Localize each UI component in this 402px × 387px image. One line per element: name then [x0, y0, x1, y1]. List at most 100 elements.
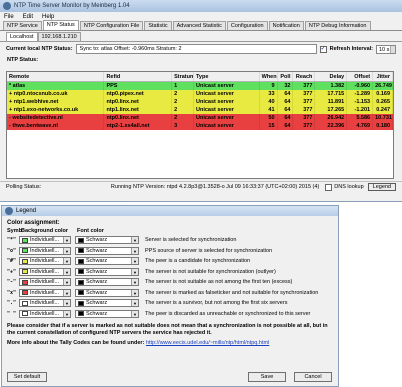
menu-edit[interactable]: Edit [23, 14, 33, 20]
background-color-value: Individuell... [30, 310, 60, 317]
table-row[interactable]: - websitedetective.nl ntp0.linx.net 2 Unica… [7, 114, 394, 122]
tab-advanced-statistic[interactable]: Advanced Statistic [172, 21, 226, 30]
col-poll[interactable]: Poll [278, 72, 294, 81]
tab-notification[interactable]: Notification [268, 21, 304, 30]
table-row[interactable]: + ntp1.exo-networks.co.uk ntp1.linx.net 2 U… [7, 106, 394, 114]
col-offset[interactable]: Offset [347, 72, 374, 81]
cell-remote: * atlas [7, 82, 105, 90]
cell-type: Unicast server [194, 106, 260, 114]
cell-when: 15 [260, 122, 278, 130]
tab-localhost[interactable]: Localhost [6, 32, 38, 41]
background-color-value: Individuell... [30, 258, 60, 265]
dns-lookup-checkbox[interactable] [325, 183, 333, 191]
tab-statistic[interactable]: Statistic [144, 21, 172, 30]
font-swatch [78, 258, 84, 264]
tally-symbol: "*" [7, 237, 17, 244]
background-color-value: Individuell... [30, 300, 60, 307]
font-color-select[interactable]: Schwarz ▼ [75, 267, 139, 276]
background-color-select[interactable]: Individuell... ▼ [19, 267, 71, 276]
font-color-select[interactable]: Schwarz ▼ [75, 246, 139, 255]
cell-stratum: 3 [172, 122, 194, 130]
background-color-select[interactable]: Individuell... ▼ [19, 246, 71, 255]
font-color-value: Schwarz [86, 258, 108, 265]
cell-poll: 64 [278, 106, 294, 114]
cell-poll: 64 [278, 114, 294, 122]
menu-file[interactable]: File [4, 14, 14, 20]
background-color-value: Individuell... [30, 247, 60, 254]
col-remote[interactable]: Remote [7, 72, 105, 81]
col-refid[interactable]: Refid [104, 72, 173, 81]
chevron-down-icon: ▼ [63, 279, 70, 286]
tab-ntp-config-file[interactable]: NTP Configuration File [79, 21, 144, 30]
cell-jitter: 10.731 [375, 114, 394, 122]
font-color-select[interactable]: Schwarz ▼ [75, 236, 139, 245]
col-jitter[interactable]: Jitter [373, 72, 394, 81]
tab-configuration[interactable]: Configuration [226, 21, 268, 30]
legend-description: The server is marked as falseticker and … [145, 289, 319, 296]
cell-stratum: 1 [172, 82, 194, 90]
cell-offset: -1.201 [347, 106, 374, 114]
legend-window: Legend Color assignment: Symb Background… [1, 205, 339, 387]
tally-info: More info about the Tally Codes can be f… [7, 340, 333, 346]
notice-text: Please consider that if a server is mark… [7, 323, 328, 336]
tab-remote-host[interactable]: 192.168.1.210 [37, 32, 81, 41]
cell-refid: ntp2-1.xs4all.net [104, 122, 173, 130]
table-row[interactable]: - thwe.bentwave.nl ntp2-1.xs4all.net 3 Unic… [7, 122, 394, 130]
status-bar: Polling Status: Running NTP Version: ntp… [0, 181, 402, 192]
cell-offset: 4.769 [347, 122, 374, 130]
table-row[interactable]: + ntp1.webhive.net ntp0.linx.net 2 Unicast … [7, 98, 394, 106]
save-button[interactable]: Save [248, 372, 286, 382]
chevron-down-icon: ▼ [131, 258, 138, 265]
legend-button[interactable]: Legend [367, 183, 396, 191]
col-stratum[interactable]: Stratum [172, 72, 194, 81]
tab-ntp-debug[interactable]: NTP Debug Information [304, 21, 371, 30]
cell-type: Unicast server [194, 98, 260, 106]
chevron-down-icon: ▼ [131, 268, 138, 275]
cancel-button[interactable]: Cancel [294, 372, 332, 382]
font-color-select[interactable]: Schwarz ▼ [75, 278, 139, 287]
background-color-select[interactable]: Individuell... ▼ [19, 257, 71, 266]
legend-description: The peer is discarded as unreachable or … [145, 310, 311, 317]
tally-symbol: "-" [7, 279, 17, 286]
host-tabs: Localhost 192.168.1.210 [0, 32, 402, 42]
legend-rows: "*" Individuell... ▼ Schwarz ▼ Server is sele… [7, 235, 333, 319]
font-color-select[interactable]: Schwarz ▼ [75, 288, 139, 297]
tab-ntp-service[interactable]: NTP Service [3, 21, 42, 30]
tally-symbol: "o" [7, 247, 17, 254]
background-color-select[interactable]: Individuell... ▼ [19, 299, 71, 308]
legend-description: The server is a survivor, but not among … [145, 300, 288, 307]
font-color-select[interactable]: Schwarz ▼ [75, 309, 139, 318]
cell-poll: 64 [278, 122, 294, 130]
table-row[interactable]: * atlas PPS 1 Unicast server 9 32 377 1.382 -0.9… [7, 82, 394, 90]
legend-header: Symb Background color Font color [7, 228, 333, 235]
background-color-select[interactable]: Individuell... ▼ [19, 278, 71, 287]
chevron-down-icon: ▼ [131, 237, 138, 244]
background-color-select[interactable]: Individuell... ▼ [19, 236, 71, 245]
cell-when: 50 [260, 114, 278, 122]
background-color-value: Individuell... [30, 279, 60, 286]
menu-help[interactable]: Help [42, 14, 54, 20]
background-color-select[interactable]: Individuell... ▼ [19, 309, 71, 318]
cell-type: Unicast server [194, 82, 260, 90]
cell-jitter: 0.169 [373, 90, 394, 98]
cell-poll: 64 [278, 90, 294, 98]
tab-ntp-status[interactable]: NTP Status [42, 20, 79, 30]
font-color-select[interactable]: Schwarz ▼ [75, 257, 139, 266]
cell-stratum: 2 [172, 114, 194, 122]
refresh-label: Refresh Interval: [329, 46, 373, 52]
table-row[interactable]: + ntp0.ntocsnub.co.uk ntp0.pipex.net 2 Unic… [7, 90, 394, 98]
set-default-button[interactable]: Set default [7, 372, 47, 382]
cell-refid: ntp0.linx.net [104, 114, 173, 122]
col-reach[interactable]: Reach [293, 72, 316, 81]
col-when[interactable]: When [260, 72, 278, 81]
cell-type: Unicast server [194, 114, 260, 122]
refresh-checkbox[interactable] [319, 45, 327, 53]
tally-link[interactable]: http://www.eecis.udel.edu/~mills/ntp/htm… [146, 340, 269, 346]
cell-remote: - thwe.bentwave.nl [7, 122, 105, 130]
font-color-select[interactable]: Schwarz ▼ [75, 299, 139, 308]
cell-when: 41 [260, 106, 278, 114]
col-delay[interactable]: Delay [315, 72, 348, 81]
background-color-select[interactable]: Individuell... ▼ [19, 288, 71, 297]
col-type[interactable]: Type [194, 72, 260, 81]
refresh-interval-spinner[interactable]: 10 s [376, 44, 396, 54]
